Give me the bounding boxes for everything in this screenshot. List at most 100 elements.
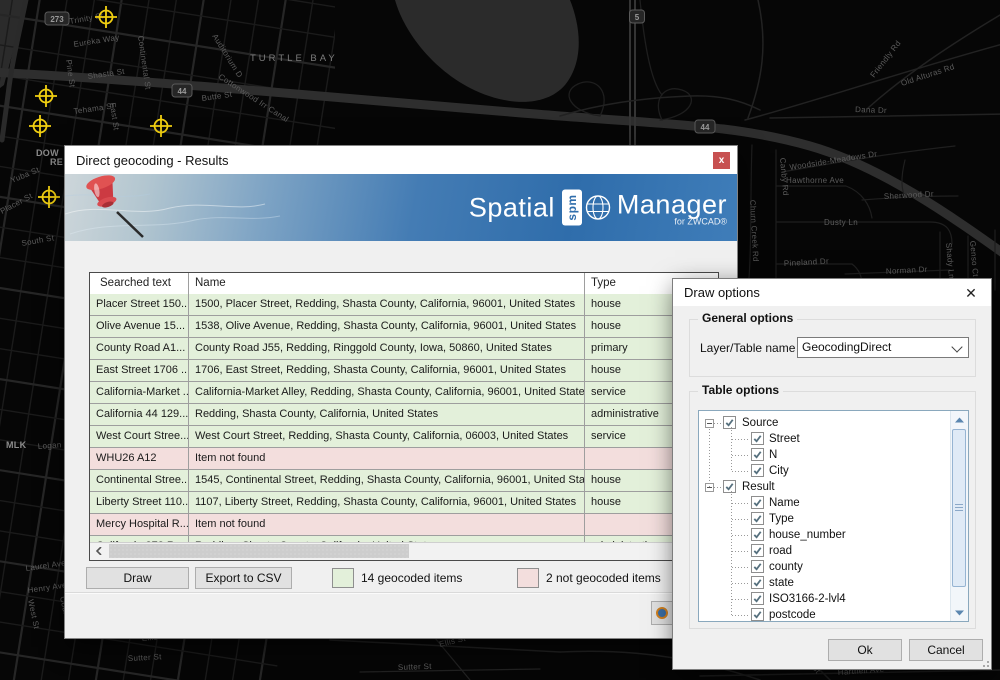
tree-item-label: N — [769, 447, 777, 463]
checked-checkbox[interactable] — [751, 592, 764, 605]
tree-item-label: ISO3166-2-lvl4 — [769, 591, 846, 607]
checked-checkbox[interactable] — [751, 432, 764, 445]
tree-connector — [709, 429, 710, 487]
cell-searched: Mercy Hospital R... — [90, 514, 189, 535]
table-row[interactable]: Placer Street 150...1500, Placer Street,… — [90, 294, 718, 316]
tree-connector — [732, 567, 750, 568]
checked-checkbox[interactable] — [723, 480, 736, 493]
layer-table-name-label: Layer/Table name — [700, 341, 795, 355]
scrollbar-thumb[interactable] — [952, 429, 966, 587]
tree-connector — [732, 439, 750, 440]
cell-name: Item not found — [189, 514, 585, 535]
geocoded-legend-swatch — [332, 568, 354, 588]
checked-checkbox[interactable] — [751, 576, 764, 589]
collapse-expander-icon[interactable] — [705, 419, 714, 428]
tree-item-label: Source — [742, 415, 778, 431]
table-row[interactable]: Olive Avenue 15...1538, Olive Avenue, Re… — [90, 316, 718, 338]
tree-item-county[interactable]: county — [699, 559, 951, 575]
tree-item-iso3166-2-lvl4[interactable]: ISO3166-2-lvl4 — [699, 591, 951, 607]
not-geocoded-legend-label: 2 not geocoded items — [546, 568, 661, 588]
tree-item-street[interactable]: Street — [699, 431, 951, 447]
highway-shield: 273 — [45, 12, 69, 25]
checked-checkbox[interactable] — [751, 496, 764, 509]
results-dialog-titlebar[interactable]: Direct geocoding - Results x — [65, 146, 737, 174]
tree-connector — [732, 455, 750, 456]
resize-grip[interactable] — [979, 657, 989, 667]
checked-checkbox[interactable] — [751, 464, 764, 477]
cell-searched: Liberty Street 110... — [90, 492, 189, 513]
tree-item-road[interactable]: road — [699, 543, 951, 559]
tree-item-label: Type — [769, 511, 794, 527]
panel-separator — [65, 592, 737, 594]
tree-connector — [732, 615, 750, 616]
scrollbar-thumb[interactable] — [109, 544, 409, 558]
column-header-searched-text[interactable]: Searched text — [90, 273, 189, 294]
table-row[interactable]: Mercy Hospital R...Item not found — [90, 514, 718, 536]
close-button[interactable]: x — [713, 152, 730, 169]
tree-item-name[interactable]: Name — [699, 495, 951, 511]
table-row[interactable]: Liberty Street 110...1107, Liberty Stree… — [90, 492, 718, 514]
column-header-name[interactable]: Name — [189, 273, 585, 294]
tree-item-house-number[interactable]: house_number — [699, 527, 951, 543]
ok-button[interactable]: Ok — [828, 639, 902, 661]
checked-checkbox[interactable] — [751, 544, 764, 557]
tree-item-state[interactable]: state — [699, 575, 951, 591]
pin-needle — [117, 212, 143, 237]
table-row[interactable]: California-Market ...California-Market A… — [90, 382, 718, 404]
cell-name: 1545, Continental Street, Redding, Shast… — [189, 470, 585, 491]
scroll-left-arrow[interactable] — [90, 543, 107, 559]
checked-checkbox[interactable] — [751, 448, 764, 461]
checked-checkbox[interactable] — [751, 560, 764, 573]
table-row[interactable]: Continental Stree...1545, Continental St… — [90, 470, 718, 492]
table-header[interactable]: Searched text Name Type — [90, 273, 718, 295]
map-street-label: MLK — [6, 440, 27, 450]
tree-connector — [732, 583, 750, 584]
cell-name: 1538, Olive Avenue, Redding, Shasta Coun… — [189, 316, 585, 337]
tree-item-postcode[interactable]: postcode — [699, 607, 951, 622]
cancel-button[interactable]: Cancel — [909, 639, 983, 661]
table-row[interactable]: West Court Stree...West Court Street, Re… — [90, 426, 718, 448]
table-row[interactable]: WHU26 A12Item not found — [90, 448, 718, 470]
cell-searched: East Street 1706 ... — [90, 360, 189, 381]
export-csv-button[interactable]: Export to CSV — [195, 567, 292, 589]
tree-vertical-scrollbar[interactable] — [950, 411, 968, 621]
tree-connector — [732, 535, 750, 536]
draw-options-titlebar[interactable]: Draw options ✕ — [673, 279, 991, 306]
scroll-up-arrow[interactable] — [951, 411, 968, 428]
table-row[interactable]: East Street 1706 ...1706, East Street, R… — [90, 360, 718, 382]
draw-button[interactable]: Draw — [86, 567, 189, 589]
close-icon[interactable]: ✕ — [962, 284, 980, 302]
map-street-label: Dusty Ln — [824, 218, 858, 227]
cell-name: 1706, East Street, Redding, Shasta Count… — [189, 360, 585, 381]
layer-table-name-combobox[interactable]: GeocodingDirect — [797, 337, 969, 358]
cell-searched: California 44 129... — [90, 404, 189, 425]
checked-checkbox[interactable] — [751, 608, 764, 621]
tree-connector — [714, 423, 723, 424]
tree-item-label: house_number — [769, 527, 846, 543]
tree-item-result[interactable]: Result — [699, 479, 951, 495]
horizontal-scrollbar[interactable] — [90, 542, 718, 560]
tree-connector — [732, 471, 750, 472]
highway-shield: 44 — [172, 84, 192, 97]
tree-item-n[interactable]: N — [699, 447, 951, 463]
tree-connector — [732, 519, 750, 520]
tree-item-source[interactable]: Source — [699, 415, 951, 431]
checked-checkbox[interactable] — [751, 528, 764, 541]
svg-text:44: 44 — [701, 123, 710, 132]
tree-connector — [731, 427, 732, 471]
tree-connector — [732, 551, 750, 552]
fields-treeview[interactable]: SourceStreetNCityResultNameTypehouse_num… — [698, 410, 969, 622]
table-options-label: Table options — [698, 383, 783, 397]
table-row[interactable]: California 44 129...Redding, Shasta Coun… — [90, 404, 718, 426]
tree-connector — [732, 503, 750, 504]
chevron-down-icon — [951, 341, 962, 352]
checked-checkbox[interactable] — [723, 416, 736, 429]
table-row[interactable]: County Road A1...County Road J55, Reddin… — [90, 338, 718, 360]
checked-checkbox[interactable] — [751, 512, 764, 525]
tree-item-city[interactable]: City — [699, 463, 951, 479]
logo-subtitle: for ZWCAD® — [674, 216, 727, 226]
cell-name: 1500, Placer Street, Redding, Shasta Cou… — [189, 294, 585, 315]
cell-name: West Court Street, Redding, Shasta Count… — [189, 426, 585, 447]
tree-item-type[interactable]: Type — [699, 511, 951, 527]
scroll-down-arrow[interactable] — [951, 604, 968, 621]
